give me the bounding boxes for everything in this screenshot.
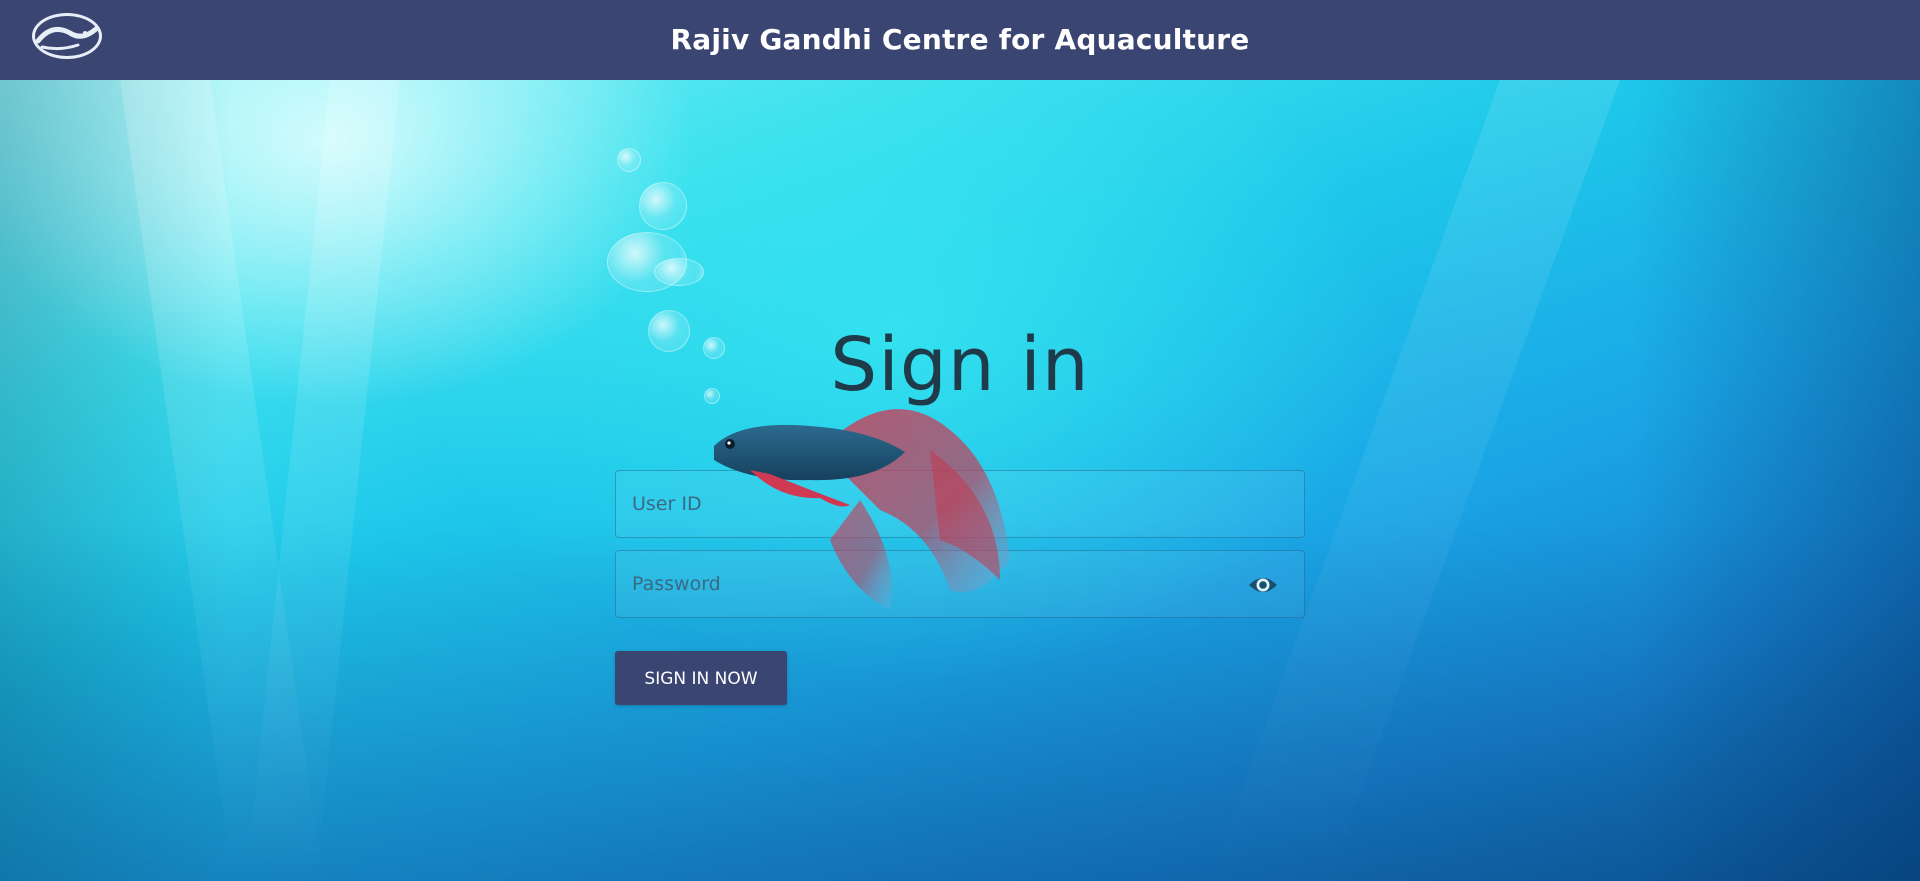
site-title: Rajiv Gandhi Centre for Aquaculture — [670, 23, 1250, 56]
bubble — [639, 182, 687, 230]
betta-fish-illustration — [714, 409, 1010, 610]
light-ray — [245, 80, 400, 881]
sign-in-button[interactable]: SIGN IN NOW — [615, 651, 787, 705]
eye-icon[interactable] — [1248, 573, 1278, 597]
top-header: Rajiv Gandhi Centre for Aquaculture — [0, 0, 1920, 80]
bubble — [617, 148, 641, 172]
bubble — [654, 258, 704, 286]
login-page: Rajiv Gandhi Centre for Aquaculture Sign… — [0, 0, 1920, 881]
